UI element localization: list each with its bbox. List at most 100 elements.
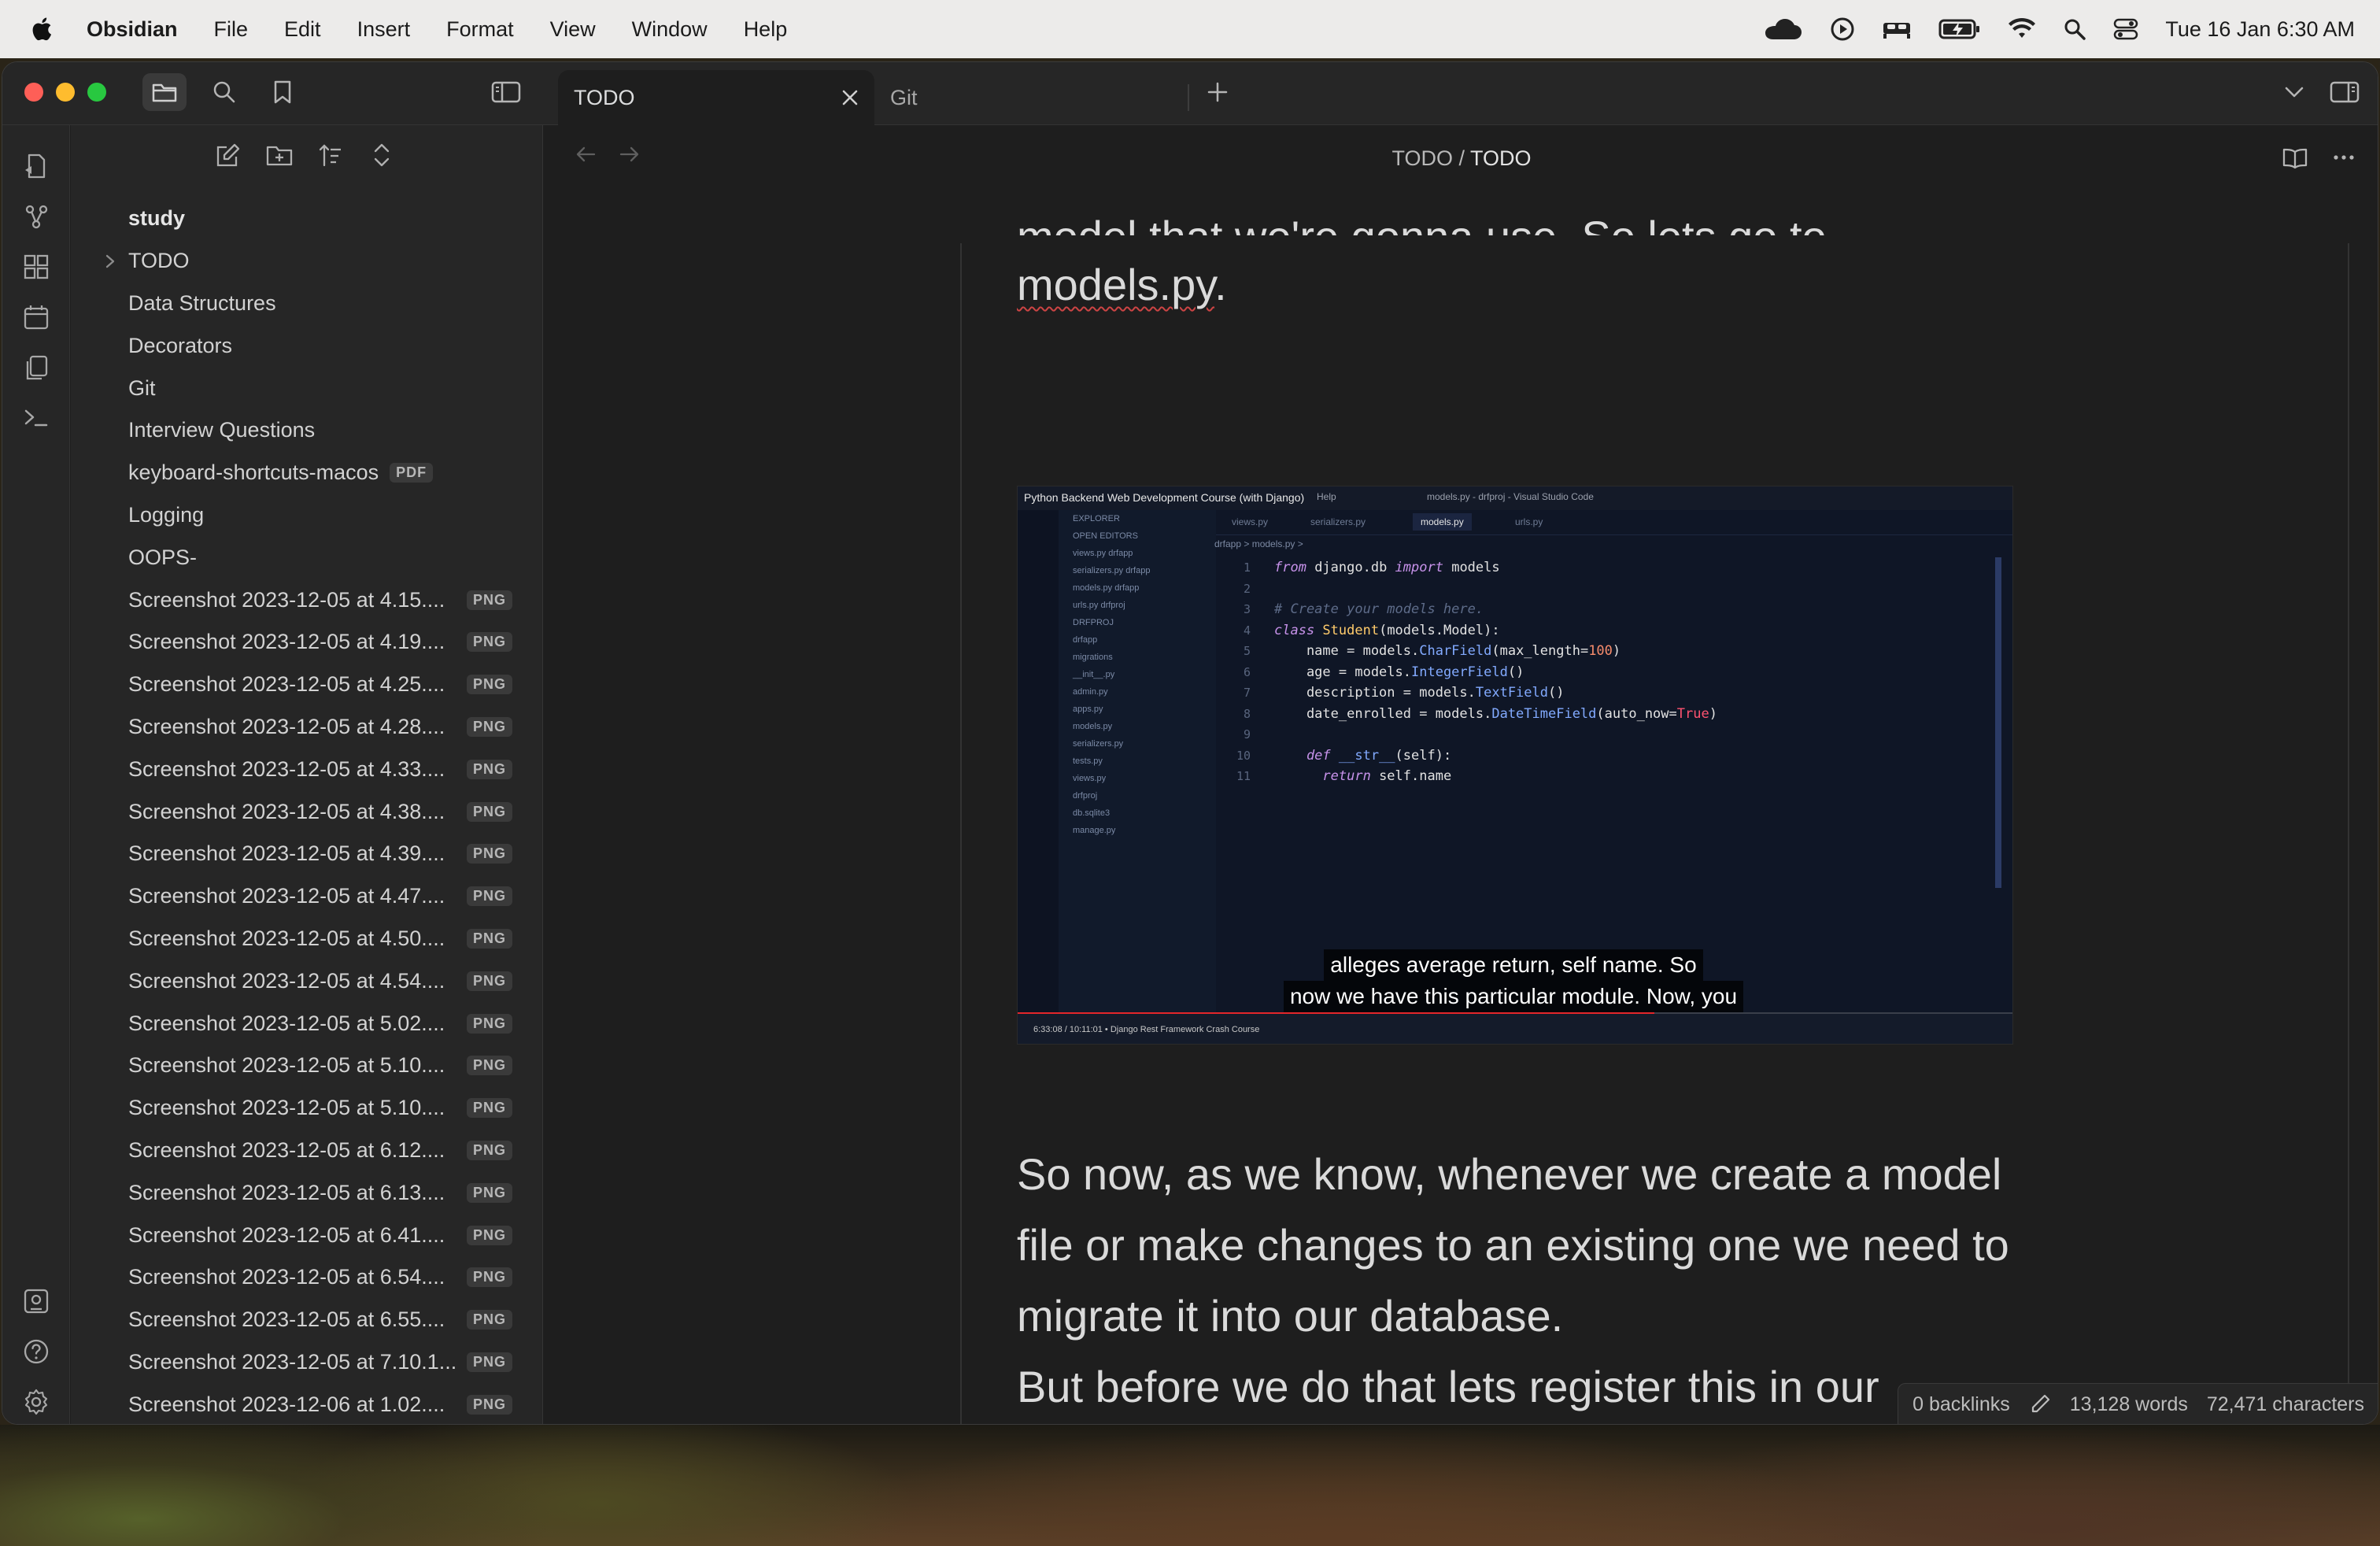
breadcrumb-current[interactable]: TODO (1470, 146, 1532, 170)
tab-list-dropdown-button[interactable] (2272, 73, 2316, 111)
toggle-left-sidebar-button[interactable] (484, 73, 528, 111)
tree-file[interactable]: Screenshot 2023-12-05 at 4.15.... PNG (71, 579, 542, 621)
paragraph-line: So now, as we know, whenever we create a… (1017, 1149, 2009, 1341)
canvas-button[interactable] (20, 251, 52, 283)
explorer-line: manage.py (1073, 826, 1116, 835)
more-options-icon[interactable] (2332, 146, 2356, 169)
tree-file[interactable]: Screenshot 2023-12-05 at 6.41.... PNG (71, 1214, 542, 1256)
menu-file[interactable]: File (214, 17, 249, 42)
tree-file[interactable]: Screenshot 2023-12-05 at 6.12.... PNG (71, 1130, 542, 1172)
subtitle-line: alleges average return, self name. So (1324, 949, 1703, 981)
obsidian-window: TODO Git study TODO Data Structures Deco… (2, 61, 2378, 1425)
tree-file[interactable]: Screenshot 2023-12-05 at 4.50.... PNG (71, 918, 542, 960)
tree-file[interactable]: Screenshot 2023-12-05 at 5.10.... PNG (71, 1087, 542, 1130)
collapse-all-button[interactable] (366, 139, 397, 171)
new-folder-button[interactable] (264, 139, 295, 171)
spotlight-search-icon[interactable] (2063, 17, 2086, 41)
vault-root[interactable]: study (71, 198, 542, 240)
pencil-icon[interactable] (2029, 1393, 2051, 1415)
content-border-right (2348, 243, 2349, 1424)
tree-item-label: Screenshot 2023-12-05 at 4.39.... (128, 841, 445, 866)
daily-note-button[interactable] (20, 301, 52, 333)
tree-file[interactable]: Screenshot 2023-12-05 at 4.28.... PNG (71, 706, 542, 749)
tree-file[interactable]: keyboard-shortcuts-macos PDF (71, 452, 542, 494)
close-window-button[interactable] (24, 83, 43, 102)
tree-file[interactable]: Screenshot 2023-12-05 at 4.38.... PNG (71, 790, 542, 833)
tree-file[interactable]: Decorators (71, 324, 542, 367)
file-type-badge: PNG (467, 801, 513, 822)
menu-view[interactable]: View (550, 17, 596, 42)
tree-file[interactable]: Screenshot 2023-12-05 at 4.25.... PNG (71, 664, 542, 706)
help-icon (24, 1339, 49, 1364)
explorer-line: views.py (1073, 774, 1107, 783)
tree-file[interactable]: Screenshot 2023-12-05 at 4.47.... PNG (71, 875, 542, 918)
battery-icon[interactable] (1938, 18, 1981, 40)
play-icon[interactable] (1830, 17, 1855, 42)
status-menu-area: Tue 16 Jan 6:30 AM (1762, 17, 2355, 42)
tree-file[interactable]: Screenshot 2023-12-05 at 6.54.... PNG (71, 1256, 542, 1299)
tree-file[interactable]: Interview Questions (71, 409, 542, 452)
misspelled-word[interactable]: models.py (1017, 260, 1214, 309)
tree-file[interactable]: Screenshot 2023-12-05 at 7.10.1... PNG (71, 1341, 542, 1384)
bookmarks-view-button[interactable] (261, 73, 305, 111)
new-tab-button[interactable] (1196, 73, 1240, 111)
backlinks-count[interactable]: 0 backlinks (1913, 1393, 2010, 1416)
file-type-badge: PNG (467, 716, 513, 737)
breadcrumb-parent[interactable]: TODO (1391, 146, 1453, 170)
tree-file[interactable]: Screenshot 2023-12-05 at 5.10.... PNG (71, 1045, 542, 1087)
tree-file[interactable]: Screenshot 2023-12-05 at 4.33.... PNG (71, 748, 542, 790)
paragraph-line: But before we do that lets register this… (1017, 1362, 1879, 1411)
menu-format[interactable]: Format (446, 17, 514, 42)
help-button[interactable] (20, 1336, 52, 1367)
tree-folder-todo[interactable]: TODO (71, 240, 542, 283)
edit-icon (216, 143, 240, 167)
apple-menu-icon[interactable] (30, 16, 57, 43)
settings-button[interactable] (20, 1386, 52, 1418)
tree-file[interactable]: Git (71, 367, 542, 409)
wifi-icon[interactable] (2008, 17, 2036, 41)
reading-view-icon[interactable] (2282, 146, 2308, 169)
tree-file[interactable]: Screenshot 2023-12-06 at 1.02.... PNG (71, 1383, 542, 1424)
tree-file[interactable]: Screenshot 2023-12-05 at 4.19.... PNG (71, 621, 542, 664)
tree-file[interactable]: Screenshot 2023-12-05 at 4.39.... PNG (71, 833, 542, 875)
new-note-button[interactable] (213, 139, 244, 171)
menu-window[interactable]: Window (632, 17, 708, 42)
menu-insert[interactable]: Insert (357, 17, 411, 42)
tree-item-label: Screenshot 2023-12-05 at 4.28.... (128, 714, 445, 738)
minimize-window-button[interactable] (56, 83, 75, 102)
templates-button[interactable] (20, 352, 52, 383)
embedded-screenshot[interactable]: Python Backend Web Development Course (w… (1017, 486, 2013, 1045)
graph-view-button[interactable] (20, 201, 52, 232)
tab-todo[interactable]: TODO (558, 70, 874, 125)
tree-file[interactable]: OOPS- (71, 536, 542, 579)
command-palette-button[interactable] (20, 402, 52, 434)
zoom-window-button[interactable] (87, 83, 106, 102)
tree-file[interactable]: Data Structures (71, 283, 542, 325)
creative-cloud-icon[interactable] (1762, 17, 1803, 41)
tree-file[interactable]: Screenshot 2023-12-05 at 6.55.... PNG (71, 1299, 542, 1341)
sort-button[interactable] (315, 139, 346, 171)
chevron-right-icon[interactable] (102, 253, 118, 269)
control-center-icon[interactable] (2113, 17, 2138, 41)
tree-item-label: Screenshot 2023-12-06 at 1.02.... (128, 1392, 445, 1416)
menu-help[interactable]: Help (744, 17, 788, 42)
bed-icon[interactable] (1882, 18, 1912, 40)
tab-git[interactable]: Git (874, 70, 1189, 125)
tree-file[interactable]: Screenshot 2023-12-05 at 5.02.... PNG (71, 1002, 542, 1045)
menu-app-name[interactable]: Obsidian (87, 17, 178, 42)
tree-item-label: Decorators (128, 333, 233, 357)
tree-file[interactable]: Screenshot 2023-12-05 at 4.54.... PNG (71, 960, 542, 1002)
open-quick-switcher-button[interactable] (20, 150, 52, 182)
menu-edit[interactable]: Edit (284, 17, 321, 42)
tree-file[interactable]: Screenshot 2023-12-05 at 6.13.... PNG (71, 1171, 542, 1214)
toggle-right-sidebar-button[interactable] (2323, 73, 2367, 111)
open-vault-button[interactable] (20, 1285, 52, 1317)
paragraph: So now, as we know, whenever we create a… (1017, 1139, 2040, 1424)
file-type-badge: PNG (467, 1310, 513, 1330)
word-count: 13,128 words (2069, 1393, 2188, 1415)
search-view-button[interactable] (202, 73, 246, 111)
tree-file[interactable]: Logging (71, 494, 542, 537)
menubar-clock[interactable]: Tue 16 Jan 6:30 AM (2165, 17, 2355, 42)
close-icon[interactable] (841, 89, 859, 106)
files-view-button[interactable] (142, 73, 187, 111)
